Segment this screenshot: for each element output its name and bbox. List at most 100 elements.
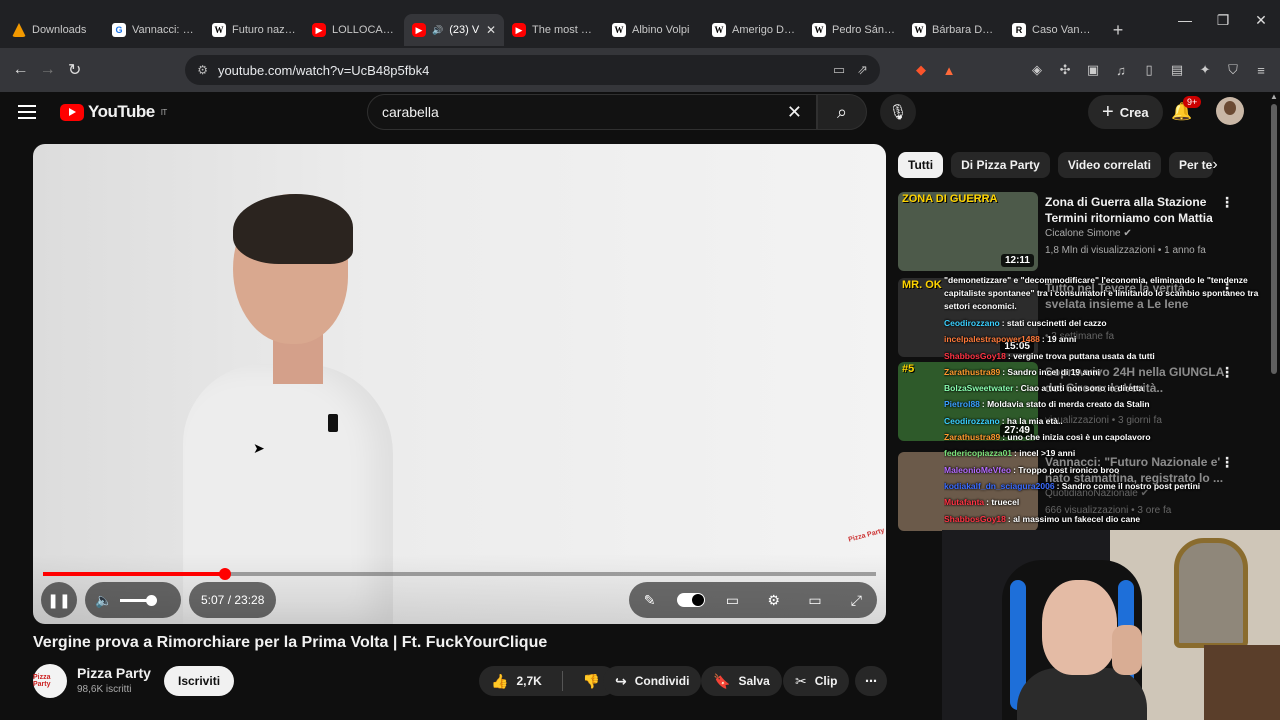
browser-tab[interactable]: W Amerigo Dun xyxy=(704,14,804,46)
account-avatar[interactable] xyxy=(1216,97,1244,125)
url-text[interactable]: youtube.com/watch?v=UcB48p5fbk4 xyxy=(218,63,833,78)
scroll-up-icon[interactable]: ▲ xyxy=(1270,92,1278,101)
filter-chip[interactable]: Tutti xyxy=(898,152,944,178)
search-icon: ⌕ xyxy=(836,101,848,122)
pause-icon: ❚❚ xyxy=(47,591,71,608)
chat-text: : Sandro incel di 19 anni xyxy=(1002,366,1100,377)
rewards-icon[interactable]: ▲ xyxy=(938,59,960,81)
share-icon[interactable]: ⇗ xyxy=(857,62,868,78)
fullscreen-icon[interactable]: ⤢ xyxy=(842,592,870,609)
browser-tab[interactable]: W Albino Volpi xyxy=(604,14,704,46)
reload-icon[interactable]: ↻ xyxy=(62,57,87,83)
browser-tab[interactable]: W Futuro nazion xyxy=(204,14,304,46)
chat-username: Mutafanta xyxy=(944,497,985,508)
browser-tab[interactable]: W Pedro Sánche xyxy=(804,14,904,46)
minimize-icon[interactable]: — xyxy=(1166,0,1204,40)
downloads-icon xyxy=(12,23,26,37)
ai-icon[interactable]: ✦ xyxy=(1194,59,1216,81)
progress-bar[interactable] xyxy=(43,568,876,580)
autoplay-toggle[interactable] xyxy=(676,593,705,607)
channel-name[interactable]: Pizza Party xyxy=(77,665,151,681)
clip-button[interactable]: ✂ Clip xyxy=(783,666,850,696)
chat-username: incelpalestrapower1488 xyxy=(944,334,1040,345)
sidebar-icon[interactable]: ▯ xyxy=(1138,59,1160,81)
bookmark-icon: 🔖 xyxy=(713,672,731,689)
channel-avatar[interactable]: Pizza Party xyxy=(33,664,67,698)
wallet-icon[interactable]: ▤ xyxy=(1166,59,1188,81)
recommended-channel[interactable]: Cicalone Simone ✔ xyxy=(1045,228,1132,239)
save-button[interactable]: 🔖 Salva xyxy=(701,666,782,696)
chat-text: : incel >19 anni xyxy=(1014,448,1076,459)
chat-text: : truecel xyxy=(986,497,1020,508)
vpn-icon[interactable]: ⛉ xyxy=(1222,59,1244,81)
extension-icon[interactable]: ◈ xyxy=(1026,59,1048,81)
scrubber-handle[interactable] xyxy=(218,568,231,580)
browser-tab[interactable]: ▶ LOLLOCAUST xyxy=(304,14,404,46)
share-button[interactable]: ↪ Condividi xyxy=(603,666,702,696)
tab-title: Bárbara Dühr xyxy=(932,24,996,36)
channel-watermark: Pizza Party xyxy=(847,527,886,544)
search-button[interactable]: ⌕ xyxy=(817,94,867,130)
wikipedia-icon: W xyxy=(612,23,626,37)
youtube-header: YouTube IT carabella ✕ ⌕ 🎙 + Crea 🔔 9+ xyxy=(0,92,1280,132)
browser-tab[interactable]: ▶ 🔊 (23) V ✕ xyxy=(404,14,504,46)
scrollbar-thumb[interactable] xyxy=(1271,104,1277,374)
close-window-icon[interactable]: ✕ xyxy=(1242,0,1280,40)
browser-tab[interactable]: Downloads xyxy=(4,14,104,46)
edit-icon[interactable]: ✎ xyxy=(636,592,664,609)
brave-shield-icon[interactable]: ◆ xyxy=(910,59,932,81)
cast-icon[interactable]: ▭ xyxy=(833,62,845,78)
video-player[interactable]: Pizza Party ❚❚ 🔈 5:07 / 23:28 ✎ ▭ ⚙ ▭ ⤢ … xyxy=(33,144,886,624)
subscriber-count: 98,6K iscritti xyxy=(77,684,132,695)
address-bar[interactable]: ⚙ youtube.com/watch?v=UcB48p5fbk4 ▭ ⇗ xyxy=(185,55,881,85)
clear-search-icon[interactable]: ✕ xyxy=(787,102,802,123)
create-button[interactable]: + Crea xyxy=(1088,95,1163,129)
notifications-button[interactable]: 🔔 9+ xyxy=(1168,96,1202,126)
video-thumbnail[interactable]: ZONA DI GUERRA 12:11 xyxy=(898,192,1038,271)
country-code: IT xyxy=(160,107,168,117)
chips-next-icon[interactable]: › xyxy=(1204,152,1226,178)
music-icon[interactable]: ♫ xyxy=(1110,59,1132,81)
filter-chip[interactable]: Video correlati xyxy=(1057,152,1161,178)
forward-icon[interactable]: → xyxy=(35,57,60,83)
new-tab-icon[interactable]: + xyxy=(1104,16,1132,44)
youtube-play-icon xyxy=(60,103,84,121)
settings-gear-icon[interactable]: ⚙ xyxy=(760,592,788,609)
audio-playing-icon[interactable]: 🔊 xyxy=(432,25,443,36)
voice-search-button[interactable]: 🎙 xyxy=(880,94,916,130)
restore-icon[interactable]: ❐ xyxy=(1204,0,1242,40)
more-actions-button[interactable]: ⋯ xyxy=(855,666,887,696)
filter-chip[interactable]: Di Pizza Party xyxy=(951,152,1050,178)
chat-message: Ceodirozzano: stati cuscinetti del cazzo xyxy=(944,315,1264,331)
chat-username: Ceodirozzano xyxy=(944,318,1000,328)
pause-button[interactable]: ❚❚ xyxy=(41,582,77,618)
volume-slider[interactable] xyxy=(120,594,158,606)
search-query[interactable]: carabella xyxy=(382,104,787,120)
browser-tab[interactable]: G Vannacci: "Fu xyxy=(104,14,204,46)
volume-control[interactable]: 🔈 xyxy=(85,582,181,618)
recommended-title[interactable]: Zona di Guerra alla Stazione Termini rit… xyxy=(1045,194,1225,226)
browser-tab[interactable]: W Bárbara Dühr xyxy=(904,14,1004,46)
browser-tab[interactable]: R Caso Vannac xyxy=(1004,14,1104,46)
chat-message: BolzaSweetwater: Ciao a tutti non sono i… xyxy=(944,380,1264,396)
menu-icon[interactable]: ≡ xyxy=(1250,59,1272,81)
close-tab-icon[interactable]: ✕ xyxy=(486,23,496,37)
hamburger-menu-icon[interactable] xyxy=(18,100,42,124)
more-vertical-icon[interactable]: ⋮ xyxy=(1220,194,1234,214)
site-info-icon[interactable]: ⚙ xyxy=(197,63,208,77)
back-icon[interactable]: ← xyxy=(8,57,33,83)
chat-text: : Moldavia stato di merda creato da Stal… xyxy=(981,399,1150,410)
youtube-logo[interactable]: YouTube IT xyxy=(60,102,167,122)
subscribe-button[interactable]: Iscriviti xyxy=(164,666,235,696)
search-input[interactable]: carabella ✕ xyxy=(367,94,817,130)
theater-mode-icon[interactable]: ▭ xyxy=(801,592,829,609)
subtitles-icon[interactable]: ▭ xyxy=(718,592,746,609)
browser-tab[interactable]: ▶ The most sav xyxy=(504,14,604,46)
like-button[interactable]: 👍 2,7K xyxy=(479,666,554,696)
volume-icon[interactable]: 🔈 xyxy=(95,592,112,609)
page-scrollbar[interactable]: ▲ xyxy=(1268,92,1280,720)
puzzle-icon[interactable]: ✣ xyxy=(1054,59,1076,81)
screenshot-icon[interactable]: ▣ xyxy=(1082,59,1104,81)
recommended-video[interactable]: ZONA DI GUERRA 12:11 Zona di Guerra alla S… xyxy=(898,192,1258,272)
notifications-badge: 9+ xyxy=(1183,96,1202,108)
